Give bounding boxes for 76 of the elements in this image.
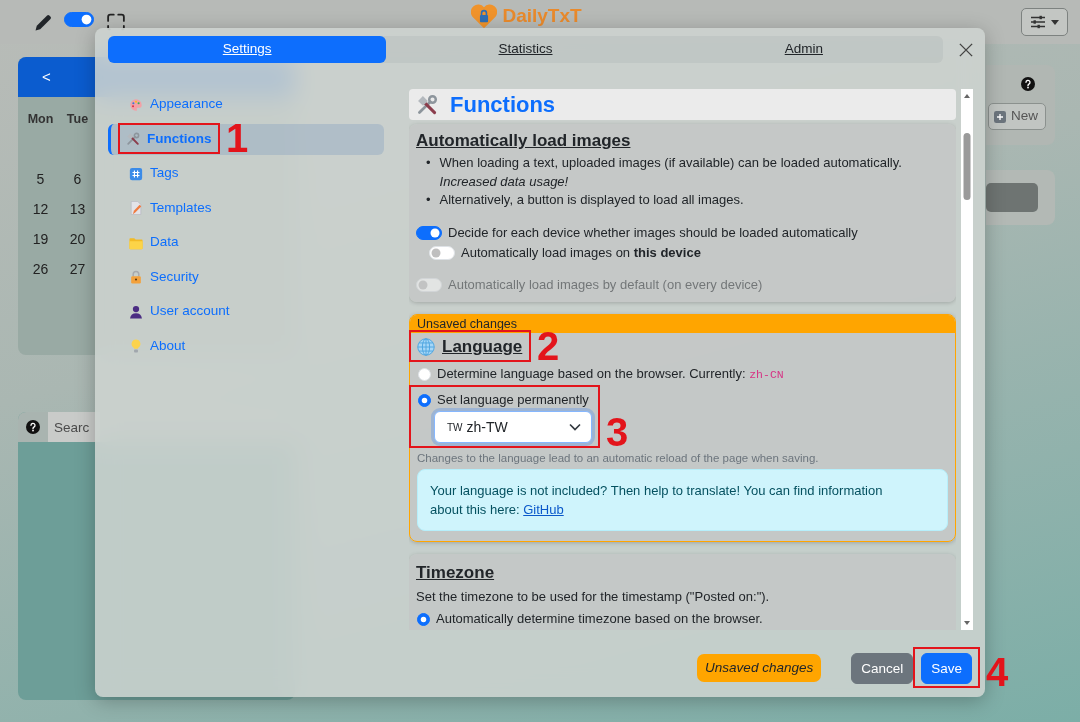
toggle-switch[interactable]	[64, 12, 94, 28]
sliders-icon	[1030, 14, 1046, 30]
close-icon	[959, 42, 973, 57]
sidebar-nav-link[interactable]: Templates	[108, 192, 218, 224]
hint-text: Changes to the language lead to an automatic reload of the page when saving.	[417, 451, 820, 465]
unsaved-changes-header: Unsaved changes	[410, 314, 955, 333]
hash-icon	[129, 166, 143, 181]
globe-icon	[417, 337, 435, 356]
bullet-point: •	[426, 154, 431, 172]
prev-month-button[interactable]: <	[38, 65, 55, 89]
annotation-number: 4	[986, 652, 1009, 692]
switch-label: Automatically load images on this device	[461, 243, 701, 262]
description-text: Set the timezone to be used for the timestamp ("Posted on:").	[416, 588, 771, 606]
language-select[interactable]: TW zh-TW	[434, 411, 592, 443]
info-text: Your language is not included? Then help to translate! You can find information about this here: GitHub	[430, 482, 884, 519]
lock-icon	[129, 270, 143, 284]
heart-lock-icon	[471, 3, 498, 29]
day-number[interactable]: 13	[59, 194, 96, 224]
help-icon	[26, 420, 40, 434]
day-number[interactable]: 27	[59, 254, 96, 284]
day-number[interactable]: 26	[22, 254, 59, 284]
sidebar-nav-link[interactable]: Appearance	[108, 89, 229, 120]
switch-label: Decide for each device whether images should be loaded automatically	[448, 223, 858, 242]
bullet-point: •	[426, 191, 431, 209]
switch-label: Automatically load images by default (on every device)	[448, 275, 763, 294]
weekday-label: Mon	[26, 110, 55, 128]
tab[interactable]: Settings	[108, 36, 387, 63]
bullet-text: When loading a text, uploaded images (if available) can be loaded automatically. Increased data usage!	[439, 154, 903, 191]
radio-button[interactable]	[418, 393, 431, 407]
dark-block	[986, 183, 1038, 212]
radio-label: Automatically determine timezone based on the browser.	[436, 610, 763, 629]
github-link[interactable]: GitHub	[523, 502, 564, 517]
plus-icon	[994, 110, 1006, 123]
day-number[interactable]: 5	[22, 164, 59, 194]
cancel-button[interactable]: Cancel	[851, 652, 914, 684]
chevron-down-icon	[569, 423, 581, 431]
palette-icon	[129, 97, 143, 112]
toggle-switch[interactable]	[416, 225, 442, 240]
sidebar-nav-link[interactable]: Security	[108, 261, 205, 293]
day-number[interactable]: 12	[22, 194, 59, 224]
section-title: Timezone	[416, 562, 495, 584]
annotation-frame	[913, 647, 980, 688]
day-number[interactable]: 20	[59, 224, 96, 254]
pencil-icon	[35, 13, 52, 31]
section-title: Automatically load images	[416, 130, 631, 152]
scrollbar[interactable]	[961, 89, 973, 630]
caret-icon	[1051, 19, 1059, 25]
settings-dropdown-button[interactable]	[1021, 8, 1068, 36]
weekday-label: Tue	[65, 110, 90, 128]
sidebar-nav-link[interactable]: User account	[108, 296, 236, 327]
light-bulb-icon	[129, 339, 143, 353]
radio-label: Set language permanently	[437, 391, 589, 410]
folder-icon	[129, 235, 143, 250]
tab[interactable]: Admin	[664, 36, 943, 63]
sidebar-nav-link[interactable]: About	[108, 330, 192, 362]
tab[interactable]: Statistics	[386, 36, 665, 63]
tools-icon	[126, 132, 140, 146]
radio-label: Determine language based on the browser. Currently: zh-CN	[437, 365, 784, 384]
annotation-number: 3	[606, 412, 629, 452]
day-number[interactable]: 19	[22, 224, 59, 254]
save-button[interactable]: Save	[921, 652, 972, 684]
tools-icon	[416, 93, 438, 116]
radio-button[interactable]	[417, 612, 430, 626]
sidebar-nav-link[interactable]: Tags	[108, 158, 185, 189]
page-title: Functions	[450, 93, 556, 116]
day-number[interactable]: 6	[59, 164, 96, 194]
unsaved-changes-label: Unsaved changes	[697, 653, 822, 683]
sidebar-nav-link[interactable]: Data	[108, 227, 185, 258]
app-logo-text: DailyTxT	[502, 5, 582, 27]
user-icon	[129, 304, 143, 319]
frame-icon	[106, 13, 126, 31]
new-button[interactable]: New	[988, 103, 1046, 130]
document-pencil-icon	[129, 201, 143, 215]
help-icon	[1021, 77, 1035, 91]
bullet-text: Alternatively, a button is displayed to load all images.	[439, 191, 744, 209]
section-title: Language	[442, 335, 523, 358]
